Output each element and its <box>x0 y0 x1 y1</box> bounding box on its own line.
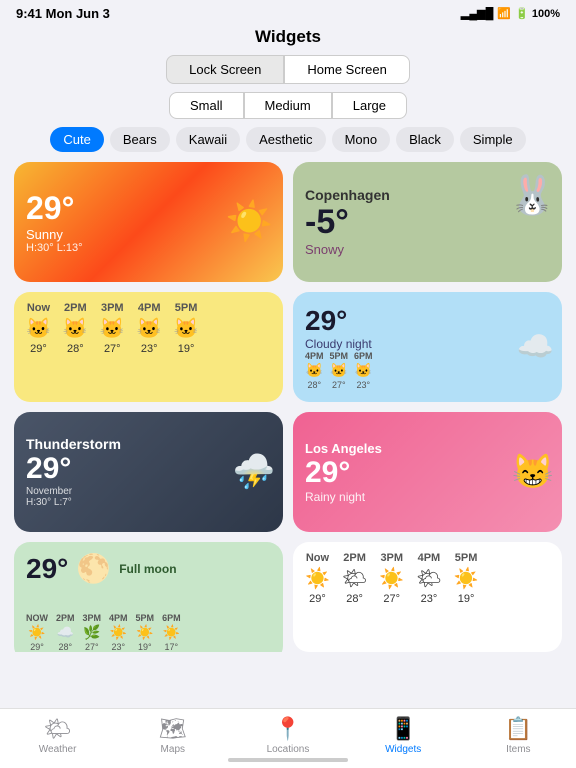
nav-maps-label: Maps <box>161 744 185 755</box>
filter-cute[interactable]: Cute <box>50 127 103 152</box>
forecast-yellow-header: Now 🐱 29° 2PM 🐱 28° 3PM 🐱 27° 4PM 🐱 23° … <box>26 302 199 355</box>
nav-weather[interactable]: 🌤 Weather <box>33 716 83 755</box>
widget-thunder-date: November <box>26 486 121 497</box>
cloudy-forecast: 4PM🐱28° 5PM🐱27° 6PM🐱23° <box>305 351 373 390</box>
widget-thunder-title: Thunderstorm <box>26 436 121 452</box>
cat-icon-4: 🐱 <box>174 316 199 341</box>
signal-icon: ▂▄▆█ <box>461 7 494 20</box>
widget-fullmoon[interactable]: 29° 🌕 Full moon NOW☀️29° 2PM☁️28° 3PM🌿27… <box>14 542 283 652</box>
forecast-col-3: 4PM 🐱 23° <box>137 302 162 355</box>
sun-forecast-0: ☀️ <box>305 566 330 591</box>
page-title: Widgets <box>0 27 576 47</box>
fw-col-4: 5PM ☀️ 19° <box>454 552 479 605</box>
widget-copenhagen-temp: -5° <box>305 203 349 242</box>
widget-sunny-temp: 29° <box>26 190 83 227</box>
widget-cloudy-temp: 29° <box>305 305 373 337</box>
locations-nav-icon: 📍 <box>274 716 301 742</box>
status-time: 9:41 Mon Jun 3 <box>16 6 110 21</box>
status-bar: 9:41 Mon Jun 3 ▂▄▆█ 📶 🔋 100% <box>0 0 576 23</box>
weather-nav-icon: 🌤 <box>44 716 72 742</box>
widget-cloudy-night[interactable]: 29° Cloudy night 4PM🐱28° 5PM🐱27° 6PM🐱23°… <box>293 292 562 402</box>
cat-icon-1: 🐱 <box>63 316 88 341</box>
nav-widgets-label: Widgets <box>385 744 421 755</box>
filter-aesthetic[interactable]: Aesthetic <box>246 127 325 152</box>
cat-icon-0: 🐱 <box>26 316 51 341</box>
widget-sunny-hl: H:30° L:13° <box>26 242 83 254</box>
nav-locations-label: Locations <box>267 744 310 755</box>
widget-thunder-temp: 29° <box>26 452 121 486</box>
widget-thunderstorm[interactable]: Thunderstorm 29° November H:30° L:7° ⛈️ <box>14 412 283 532</box>
filter-simple[interactable]: Simple <box>460 127 526 152</box>
sun-forecast-2: ☀️ <box>379 566 404 591</box>
thunder-icon: ⛈️ <box>233 452 275 492</box>
size-medium[interactable]: Medium <box>244 92 332 119</box>
cloud-icon: ☁️ <box>517 330 554 365</box>
fw-col-1: 2PM 🌤 28° <box>342 552 367 605</box>
fw-col-2: 3PM ☀️ 27° <box>379 552 404 605</box>
filter-black[interactable]: Black <box>396 127 454 152</box>
widget-forecast-yellow[interactable]: Now 🐱 29° 2PM 🐱 28° 3PM 🐱 27° 4PM 🐱 23° … <box>14 292 283 402</box>
sun-forecast-3: 🌤 <box>416 566 441 591</box>
maps-nav-icon: 🗺 <box>159 716 187 742</box>
forecast-col-2: 3PM 🐱 27° <box>100 302 125 355</box>
widget-la-temp: 29° <box>305 456 382 490</box>
fw-col-0: Now ☀️ 29° <box>305 552 330 605</box>
forecast-white-row: Now ☀️ 29° 2PM 🌤 28° 3PM ☀️ 27° 4PM 🌤 23… <box>305 552 479 605</box>
widget-cloudy-condition: Cloudy night <box>305 337 373 351</box>
sun-icon: ☀️ <box>226 200 273 244</box>
size-small[interactable]: Small <box>169 92 244 119</box>
nav-items[interactable]: 📋 Items <box>493 716 543 755</box>
cat-icon-2: 🐱 <box>100 316 125 341</box>
widget-thunder-hl: H:30° L:7° <box>26 497 121 508</box>
size-group: Small Medium Large <box>0 92 576 119</box>
widget-sunny[interactable]: 29° Sunny H:30° L:13° ☀️ <box>14 162 283 282</box>
sun-forecast-1: 🌤 <box>342 566 367 591</box>
widget-forecast-white[interactable]: Now ☀️ 29° 2PM 🌤 28° 3PM ☀️ 27° 4PM 🌤 23… <box>293 542 562 652</box>
tab-home-screen[interactable]: Home Screen <box>284 55 409 84</box>
nav-widgets[interactable]: 📱 Widgets <box>378 716 428 755</box>
sun-forecast-4: ☀️ <box>454 566 479 591</box>
home-indicator <box>228 758 348 762</box>
nav-locations[interactable]: 📍 Locations <box>263 716 313 755</box>
items-nav-icon: 📋 <box>505 716 532 742</box>
fullmoon-top: 29° 🌕 Full moon <box>26 552 271 585</box>
wifi-icon: 📶 <box>497 7 511 20</box>
widget-copenhagen-condition: Snowy <box>305 242 344 257</box>
tab-lock-screen[interactable]: Lock Screen <box>166 55 284 84</box>
battery-icon: 🔋 100% <box>515 7 560 20</box>
filter-kawaii[interactable]: Kawaii <box>176 127 240 152</box>
forecast-col-1: 2PM 🐱 28° <box>63 302 88 355</box>
forecast-col-4: 5PM 🐱 19° <box>174 302 199 355</box>
widget-la-city: Los Angeles <box>305 441 382 456</box>
widget-moon-temp: 29° <box>26 553 68 585</box>
widget-la-condition: Rainy night <box>305 490 382 504</box>
widget-copenhagen[interactable]: Copenhagen -5° Snowy 🐰 <box>293 162 562 282</box>
size-large[interactable]: Large <box>332 92 407 119</box>
nav-weather-label: Weather <box>39 744 77 755</box>
cat-icon-3: 🐱 <box>137 316 162 341</box>
filter-mono[interactable]: Mono <box>332 127 391 152</box>
moon-icon: 🌕 <box>76 552 111 585</box>
widget-sunny-condition: Sunny <box>26 227 83 242</box>
fullmoon-label: Full moon <box>119 562 176 576</box>
filter-row: Cute Bears Kawaii Aesthetic Mono Black S… <box>0 127 576 152</box>
widgets-nav-icon: 📱 <box>389 716 416 742</box>
nav-items-label: Items <box>506 744 530 755</box>
screen-tab-group: Lock Screen Home Screen <box>0 55 576 84</box>
widget-losangeles[interactable]: Los Angeles 29° Rainy night 😸 <box>293 412 562 532</box>
fw-col-3: 4PM 🌤 23° <box>416 552 441 605</box>
forecast-col-0: Now 🐱 29° <box>26 302 51 355</box>
status-icons: ▂▄▆█ 📶 🔋 100% <box>461 7 560 20</box>
widget-grid: 29° Sunny H:30° L:13° ☀️ Copenhagen -5° … <box>0 162 576 652</box>
bunny-icon: 🐰 <box>509 174 556 218</box>
moon-forecast: NOW☀️29° 2PM☁️28° 3PM🌿27° 4PM☀️23° 5PM☀️… <box>26 613 181 652</box>
nav-maps[interactable]: 🗺 Maps <box>148 716 198 755</box>
cat-rain-icon: 😸 <box>512 452 554 492</box>
filter-bears[interactable]: Bears <box>110 127 170 152</box>
